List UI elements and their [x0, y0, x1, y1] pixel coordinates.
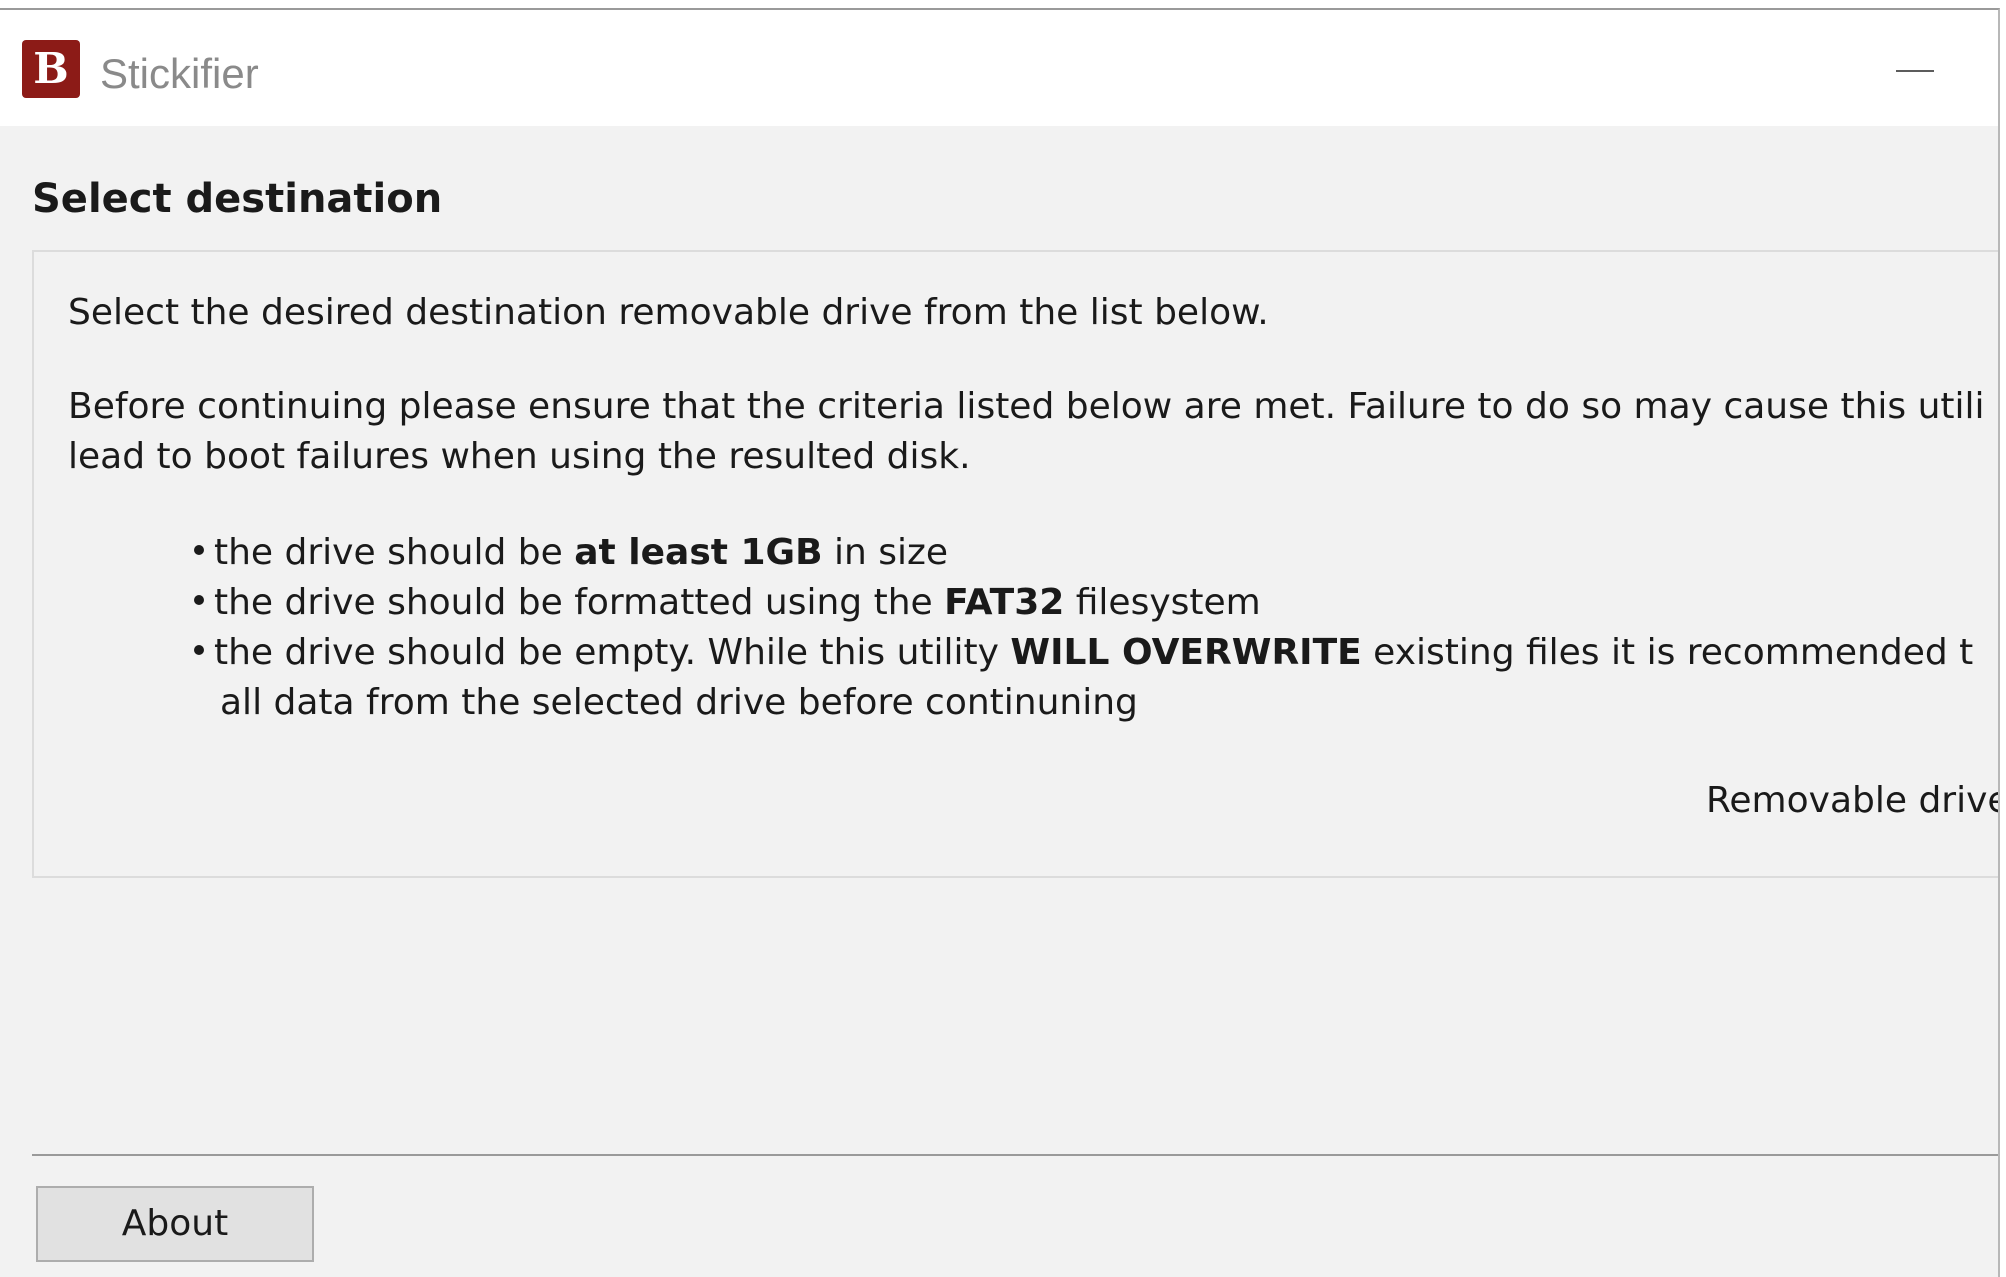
bullet-icon: [194, 545, 204, 555]
bullet-icon: [194, 645, 204, 655]
intro-text: Select the desired destination removable…: [68, 292, 1269, 333]
warning-text-line-1: Before continuing please ensure that the…: [68, 386, 1985, 427]
criteria-text: the drive should be empty. While this ut…: [214, 632, 1011, 673]
criteria-emphasis: at least 1GB: [574, 532, 823, 573]
criteria-emphasis: FAT32: [944, 582, 1065, 623]
footer-divider: [32, 1154, 1998, 1156]
removable-drive-label: Removable drive: [1706, 780, 2000, 821]
app-logo-icon: B: [22, 40, 80, 98]
instructions-panel: Select the desired destination removable…: [32, 250, 2000, 878]
criteria-emphasis: WILL OVERWRITE: [1010, 632, 1362, 673]
section-title: Select destination: [32, 176, 443, 222]
app-window: B Stickifier Select destination Select t…: [0, 8, 2000, 1277]
criteria-continuation: all data from the selected drive before …: [220, 682, 1138, 723]
criteria-text: in size: [822, 532, 949, 573]
minimize-icon: [1896, 70, 1934, 72]
criteria-text: existing files it is recommended t: [1361, 632, 1974, 673]
title-bar[interactable]: B Stickifier: [0, 10, 1998, 126]
bullet-icon: [194, 595, 204, 605]
criteria-item: the drive should be empty. While this ut…: [194, 632, 1973, 673]
criteria-text: the drive should be formatted using the: [214, 582, 945, 623]
minimize-button[interactable]: [1878, 40, 1948, 100]
window-title: Stickifier: [100, 50, 259, 97]
criteria-text: the drive should be: [214, 532, 575, 573]
criteria-item: the drive should be formatted using the …: [194, 582, 1261, 623]
criteria-item: the drive should be at least 1GB in size: [194, 532, 948, 573]
about-button[interactable]: About: [36, 1186, 314, 1262]
warning-text-line-2: lead to boot failures when using the res…: [68, 436, 971, 477]
criteria-text: filesystem: [1064, 582, 1261, 623]
